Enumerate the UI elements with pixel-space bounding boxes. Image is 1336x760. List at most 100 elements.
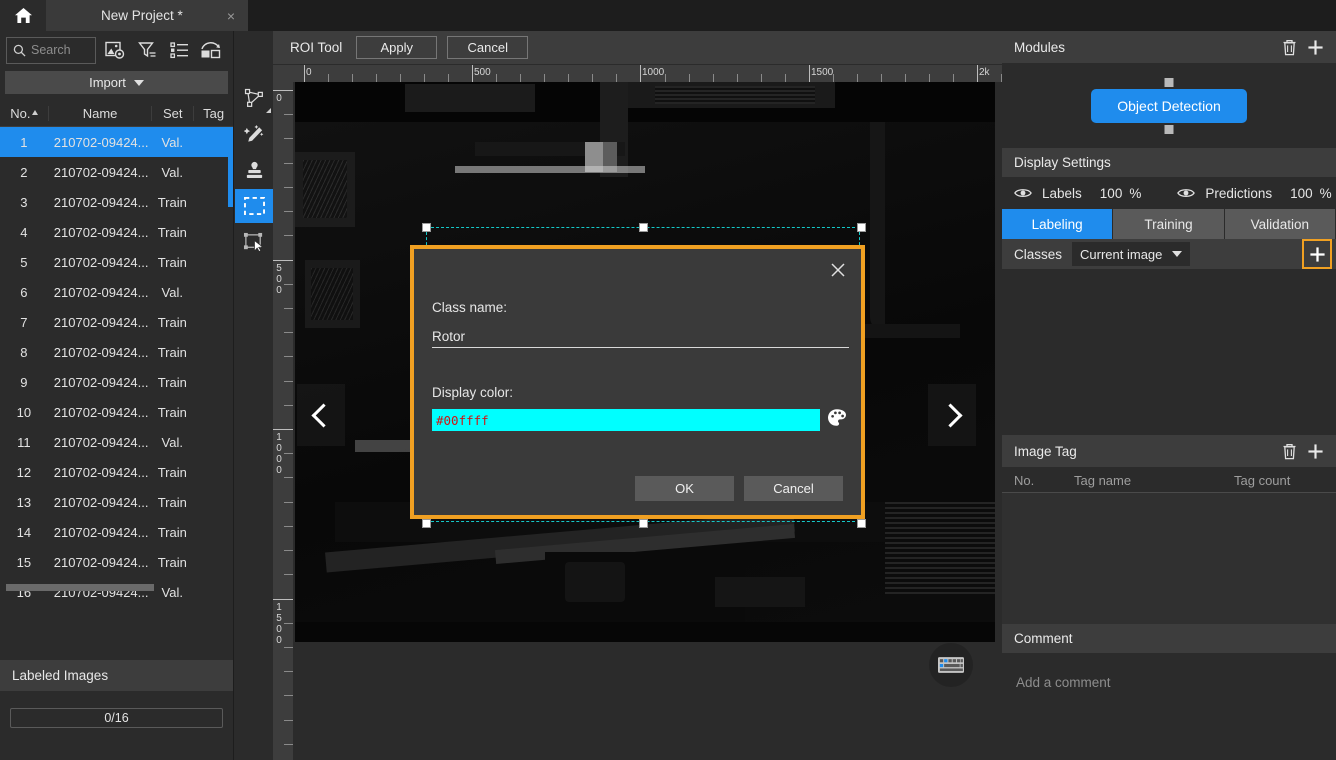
table-row[interactable]: 3 210702-09424... Train xyxy=(0,187,233,217)
resize-handle-bottom-left[interactable] xyxy=(422,519,431,528)
ruler-major-tick xyxy=(304,65,305,82)
ruler-minor-tick xyxy=(496,74,497,82)
classes-scope-dropdown[interactable]: Current image xyxy=(1072,242,1191,266)
table-row[interactable]: 9 210702-09424... Train xyxy=(0,367,233,397)
resize-handle-bottom-center[interactable] xyxy=(639,519,648,528)
stamp-tool-button[interactable] xyxy=(235,153,273,187)
column-header-no[interactable]: No. xyxy=(0,106,48,121)
table-row[interactable]: 12 210702-09424... Train xyxy=(0,457,233,487)
dialog-cancel-button[interactable]: Cancel xyxy=(744,476,843,501)
modules-canvas[interactable]: Object Detection xyxy=(1002,64,1336,148)
table-row[interactable]: 10 210702-09424... Train xyxy=(0,397,233,427)
file-list[interactable]: 1 210702-09424... Val. 2 210702-09424... Val.… xyxy=(0,127,233,622)
file-list-header: No. Name Set Tag xyxy=(0,100,233,127)
table-row[interactable]: 15 210702-09424... Train xyxy=(0,547,233,577)
table-row[interactable]: 11 210702-09424... Val. xyxy=(0,427,233,457)
labels-visibility-toggle[interactable] xyxy=(1010,187,1036,199)
module-node-object-detection[interactable]: Object Detection xyxy=(1091,78,1247,134)
table-row[interactable]: 1 210702-09424... Val. xyxy=(0,127,233,157)
roi-toolbar: ROI Tool Apply Cancel xyxy=(273,31,1002,65)
table-row[interactable]: 14 210702-09424... Train xyxy=(0,517,233,547)
resize-handle-top-left[interactable] xyxy=(422,223,431,232)
dialog-ok-button[interactable]: OK xyxy=(635,476,734,501)
classes-list[interactable] xyxy=(1002,269,1336,435)
resize-handle-bottom-right[interactable] xyxy=(857,519,866,528)
table-row[interactable]: 4 210702-09424... Train xyxy=(0,217,233,247)
rectangle-select-tool-icon xyxy=(243,196,265,216)
modules-add-button[interactable] xyxy=(1302,34,1328,60)
tab-labeling[interactable]: Labeling xyxy=(1002,209,1114,239)
tab-validation[interactable]: Validation xyxy=(1224,209,1336,239)
resize-handle-top-center[interactable] xyxy=(639,223,648,232)
transform-tool-button[interactable] xyxy=(235,225,273,259)
roi-apply-button[interactable]: Apply xyxy=(356,36,438,59)
column-header-name[interactable]: Name xyxy=(47,105,152,121)
table-row[interactable]: 16 210702-09424... Val. xyxy=(0,577,233,607)
keyboard-shortcuts-button[interactable] xyxy=(929,643,973,687)
ruler-minor-tick xyxy=(284,647,293,648)
tool-expand-corner-icon[interactable] xyxy=(266,108,271,113)
classes-toolbar: Classes Current image xyxy=(1002,239,1336,269)
predictions-opacity-value[interactable]: 100 xyxy=(1290,186,1313,201)
next-image-button[interactable] xyxy=(928,384,976,446)
add-class-button[interactable] xyxy=(1302,239,1332,269)
close-icon[interactable]: × xyxy=(224,9,238,23)
display-color-input[interactable]: #00ffff xyxy=(432,409,820,431)
filter-icon[interactable] xyxy=(134,37,160,63)
ruler-minor-tick xyxy=(376,74,377,82)
labels-opacity-value[interactable]: 100 xyxy=(1100,186,1123,201)
image-tag-add-button[interactable] xyxy=(1302,438,1328,464)
modules-delete-button[interactable] xyxy=(1276,34,1302,60)
column-header-set[interactable]: Set xyxy=(151,105,193,121)
polygon-tool-button[interactable] xyxy=(235,81,273,115)
resize-handle-top-right[interactable] xyxy=(857,223,866,232)
cell-name: 210702-09424... xyxy=(53,374,149,390)
import-button[interactable]: Import xyxy=(5,71,228,94)
file-list-scrollbar[interactable] xyxy=(228,127,233,207)
ruler-tick-label: 0 xyxy=(276,465,282,476)
table-row[interactable]: 8 210702-09424... Train xyxy=(0,337,233,367)
roi-cancel-button[interactable]: Cancel xyxy=(447,36,529,59)
cell-name: 210702-09424... xyxy=(53,254,149,270)
table-row[interactable]: 7 210702-09424... Train xyxy=(0,307,233,337)
table-row[interactable]: 2 210702-09424... Val. xyxy=(0,157,233,187)
class-name-input[interactable]: Rotor xyxy=(432,321,849,348)
tab-training[interactable]: Training xyxy=(1113,209,1225,239)
list-icon[interactable] xyxy=(166,37,192,63)
view-mode-icon[interactable] xyxy=(198,37,224,63)
module-input-port[interactable] xyxy=(1164,78,1174,87)
table-row[interactable]: 6 210702-09424... Val. xyxy=(0,277,233,307)
ruler-vertical: 050010001500 xyxy=(273,82,293,760)
image-tag-delete-button[interactable] xyxy=(1276,438,1302,464)
ruler-minor-tick xyxy=(284,744,293,745)
search-input[interactable]: Search xyxy=(6,36,96,64)
dialog-close-button[interactable] xyxy=(827,259,849,281)
ruler-minor-tick xyxy=(284,284,293,285)
ruler-minor-tick xyxy=(284,211,293,212)
project-tab[interactable]: New Project * × xyxy=(46,0,248,31)
file-list-hscroll-track[interactable] xyxy=(0,584,234,591)
tag-column-count: Tag count xyxy=(1234,472,1291,488)
table-row[interactable]: 13 210702-09424... Train xyxy=(0,487,233,517)
cell-set: Val. xyxy=(161,434,183,450)
image-tag-list[interactable] xyxy=(1002,493,1336,624)
cell-no: 5 xyxy=(20,254,28,270)
table-row[interactable]: 5 210702-09424... Train xyxy=(0,247,233,277)
cell-name: 210702-09424... xyxy=(53,524,149,540)
color-picker-button[interactable] xyxy=(826,407,850,431)
class-name-value: Rotor xyxy=(432,329,466,344)
ruler-minor-tick xyxy=(284,502,293,503)
predictions-visibility-toggle[interactable] xyxy=(1173,187,1199,199)
rectangle-select-tool-button[interactable] xyxy=(235,189,273,223)
cell-set: Train xyxy=(157,494,187,510)
module-output-port[interactable] xyxy=(1164,125,1174,134)
labeled-images-body: 0/16 xyxy=(0,691,233,760)
previous-image-button[interactable] xyxy=(297,384,345,446)
comment-input[interactable]: Add a comment xyxy=(1002,653,1336,745)
home-button[interactable] xyxy=(0,0,46,31)
color-palette-icon xyxy=(828,409,846,426)
magic-pencil-tool-button[interactable] xyxy=(235,117,273,151)
image-settings-icon[interactable] xyxy=(102,37,128,63)
file-list-hscroll-thumb[interactable] xyxy=(6,584,154,591)
column-header-tag[interactable]: Tag xyxy=(193,105,233,121)
